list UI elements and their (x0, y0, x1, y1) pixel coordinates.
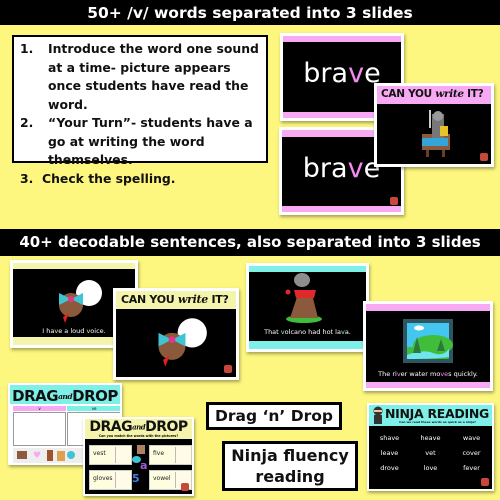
sentence-slide-volcano: That volcano had hot lava. (246, 263, 369, 352)
ninja-reading-slide: NINJA READING Can we read these words as… (367, 403, 494, 491)
ninja-reading-subtitle: Can we read these words as quick as a ni… (399, 420, 476, 424)
word-match-cell[interactable]: five (149, 445, 192, 465)
ninja-word: leave (380, 449, 399, 457)
step-text: Check the spelling. (42, 170, 176, 186)
can-you-write-it-slide: CAN YOU write IT? (374, 83, 494, 167)
logo-icon (481, 478, 489, 486)
middle-banner: 40+ decodable sentences, also separated … (0, 229, 500, 256)
number-five-tile[interactable]: 5 (132, 472, 140, 485)
step-item: 2. “Your Turn”- students have a go at wri… (20, 114, 260, 170)
picture-tile-icon[interactable] (57, 451, 65, 461)
instructions-box: 1. Introduce the word one sound at a time… (12, 35, 268, 186)
sentence-can-you-write-it-slide: CAN YOU write IT? (113, 288, 239, 380)
vest-picture-icon[interactable] (137, 445, 145, 454)
step-text: “Your Turn”- students have a go at writi… (48, 115, 253, 167)
girl-shouting-icon (158, 318, 207, 367)
ninja-word-grid: shave heave wave leave vet cover drove l… (369, 434, 492, 472)
letter-a-tile[interactable]: a (140, 459, 147, 472)
girl-shouting-icon (59, 280, 102, 323)
ninja-label-line: reading (255, 467, 325, 486)
slide-stripe (282, 206, 401, 212)
slide-sentence: That volcano had hot lava. (264, 328, 351, 336)
river-landscape-icon (403, 319, 453, 363)
ninja-reading-title: NINJA READING (385, 406, 489, 421)
picture-tile-icon[interactable] (47, 450, 53, 461)
logo-icon (224, 365, 232, 373)
ninja-word: drove (380, 464, 399, 472)
slide-stripe (366, 304, 490, 311)
ninja-label-line: Ninja fluency (231, 446, 349, 465)
volcano-icon (285, 273, 322, 323)
can-you-write-it-title: CAN YOU write IT? (381, 88, 484, 100)
logo-icon (390, 197, 398, 205)
slide-stripe (366, 382, 490, 388)
step-number: 2. (20, 115, 34, 130)
logo-icon (480, 153, 488, 161)
sort-column-v[interactable] (13, 412, 66, 446)
sort-header-v: v (13, 406, 66, 411)
drag-drop-title: DRAGandDROP (12, 387, 118, 405)
drag-n-drop-label: Drag ‘n’ Drop (206, 402, 342, 430)
word-match-cell[interactable]: vest (89, 445, 132, 465)
word-match-cell[interactable]: gloves (89, 470, 132, 490)
sort-header-ve: ve (67, 406, 120, 411)
step-number: 3. (20, 170, 34, 186)
can-you-write-it-title: CAN YOU write IT? (121, 293, 229, 306)
slide-stripe (13, 263, 135, 269)
ninja-word: cover (462, 449, 481, 457)
sentence-slide-river: The river water moves quickly. (363, 301, 493, 391)
picture-tile-icon[interactable] (17, 451, 27, 459)
heart-icon[interactable]: ♥ (33, 452, 41, 461)
step-item: 1. Introduce the word one sound at a time… (20, 40, 260, 114)
step-text: Introduce the word one sound at a time- … (48, 41, 259, 112)
ninja-word: vet (425, 449, 436, 457)
top-banner: 50+ /v/ words separated into 3 slides (0, 0, 500, 25)
ninja-word: wave (462, 434, 481, 442)
step-item: 3. Check the spelling. (20, 170, 260, 189)
step-number: 1. (20, 41, 34, 56)
drag-drop-title: DRAGandDROP (89, 419, 188, 435)
ninja-word: love (423, 464, 438, 472)
picture-tile-icon[interactable] (67, 451, 75, 459)
ninja-word: heave (420, 434, 441, 442)
ninja-word: shave (379, 434, 400, 442)
slide-stripe (249, 341, 366, 349)
slide-stripe (283, 36, 401, 42)
drag-drop-match-slide: DRAGandDROP Can you match the words with… (83, 417, 194, 496)
drag-drop-subtitle: Can you match the words with the picture… (98, 434, 179, 438)
slide-sentence: The river water moves quickly. (378, 370, 478, 378)
ninja-fluency-label: Ninja fluency reading (222, 441, 358, 491)
ninja-word: fever (463, 464, 480, 472)
knight-on-horse-icon (422, 110, 450, 157)
logo-icon (181, 483, 189, 491)
